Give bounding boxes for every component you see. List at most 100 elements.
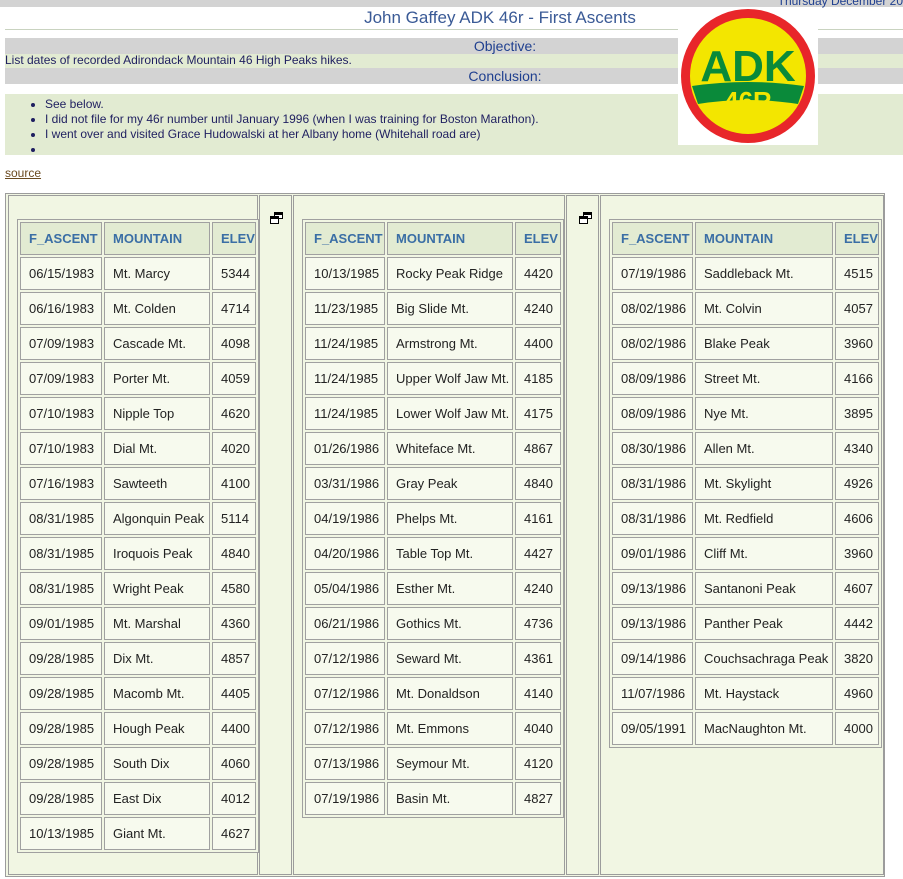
source-link[interactable]: source — [5, 166, 41, 180]
column-header-mountain: MOUNTAIN — [387, 222, 513, 255]
mountain-cell: Allen Mt. — [695, 432, 833, 465]
mountain-cell: MacNaughton Mt. — [695, 712, 833, 745]
ascent-date-cell: 11/24/1985 — [305, 397, 385, 430]
ascent-date-cell: 07/09/1983 — [20, 327, 102, 360]
ascent-date-cell: 07/09/1983 — [20, 362, 102, 395]
ascent-date-cell: 09/28/1985 — [20, 642, 102, 675]
elevation-cell: 5344 — [212, 257, 256, 290]
mountain-cell: Porter Mt. — [104, 362, 210, 395]
table-row: 10/13/1985 Rocky Peak Ridge 4420 — [305, 257, 561, 290]
logo-text-46r: 46R — [724, 86, 772, 116]
mountain-cell: Cliff Mt. — [695, 537, 833, 570]
mountain-cell: Macomb Mt. — [104, 677, 210, 710]
table-row: 08/31/1986 Mt. Redfield 4606 — [612, 502, 879, 535]
table-row: 09/28/1985 Macomb Mt. 4405 — [20, 677, 256, 710]
mountain-cell: Dix Mt. — [104, 642, 210, 675]
ascent-date-cell: 03/31/1986 — [305, 467, 385, 500]
table-row: 07/10/1983 Dial Mt. 4020 — [20, 432, 256, 465]
ascent-date-cell: 09/28/1985 — [20, 677, 102, 710]
ascent-date-cell: 09/14/1986 — [612, 642, 693, 675]
mountain-cell: Blake Peak — [695, 327, 833, 360]
ascent-date-cell: 10/13/1985 — [305, 257, 385, 290]
elevation-cell: 4840 — [515, 467, 561, 500]
table-row: 08/09/1986 Street Mt. 4166 — [612, 362, 879, 395]
mountain-cell: South Dix — [104, 747, 210, 780]
table-row: 08/09/1986 Nye Mt. 3895 — [612, 397, 879, 430]
table-row: 09/05/1991 MacNaughton Mt. 4000 — [612, 712, 879, 745]
header-row: F_ASCENT MOUNTAIN ELEV — [305, 222, 561, 255]
elevation-cell: 4400 — [515, 327, 561, 360]
ascent-date-cell: 07/16/1983 — [20, 467, 102, 500]
table-row: 09/01/1985 Mt. Marshal 4360 — [20, 607, 256, 640]
ascents-table-1: F_ASCENT MOUNTAIN ELEV 06/15/1983 Mt. Marcy… — [17, 219, 259, 853]
mountain-cell: Mt. Colvin — [695, 292, 833, 325]
ascent-date-cell: 09/05/1991 — [612, 712, 693, 745]
top-strip — [0, 0, 903, 7]
ascent-date-cell: 08/31/1986 — [612, 502, 693, 535]
elevation-cell: 4736 — [515, 607, 561, 640]
ascent-date-cell: 05/04/1986 — [305, 572, 385, 605]
elevation-cell: 4400 — [212, 712, 256, 745]
elevation-cell: 5114 — [212, 502, 256, 535]
mountain-cell: Nye Mt. — [695, 397, 833, 430]
table-row: 07/09/1983 Cascade Mt. 4098 — [20, 327, 256, 360]
restore-window-icon[interactable] — [270, 212, 284, 224]
ascent-date-cell: 07/12/1986 — [305, 677, 385, 710]
mountain-cell: Dial Mt. — [104, 432, 210, 465]
elevation-cell: 4185 — [515, 362, 561, 395]
table-row: 08/02/1986 Blake Peak 3960 — [612, 327, 879, 360]
mountain-cell: Mt. Donaldson — [387, 677, 513, 710]
elevation-cell: 4627 — [212, 817, 256, 850]
mountain-cell: Nipple Top — [104, 397, 210, 430]
table-row: 09/01/1986 Cliff Mt. 3960 — [612, 537, 879, 570]
elevation-cell: 4840 — [212, 537, 256, 570]
ascent-date-cell: 08/09/1986 — [612, 397, 693, 430]
elevation-cell: 4140 — [515, 677, 561, 710]
column-header-mountain: MOUNTAIN — [104, 222, 210, 255]
ascent-date-cell: 09/28/1985 — [20, 782, 102, 815]
date-text: Thursday December 20 — [777, 0, 903, 8]
ascent-date-cell: 07/10/1983 — [20, 397, 102, 430]
elevation-cell: 4098 — [212, 327, 256, 360]
ascent-date-cell: 06/16/1983 — [20, 292, 102, 325]
restore-window-icon[interactable] — [579, 212, 593, 224]
table-row: 11/24/1985 Upper Wolf Jaw Mt. 4185 — [305, 362, 561, 395]
elevation-cell: 4427 — [515, 537, 561, 570]
column-header-f-ascent: F_ASCENT — [305, 222, 385, 255]
ascent-date-cell: 11/23/1985 — [305, 292, 385, 325]
mountain-cell: Big Slide Mt. — [387, 292, 513, 325]
elevation-cell: 3960 — [835, 327, 879, 360]
ascent-date-cell: 04/20/1986 — [305, 537, 385, 570]
elevation-cell: 4442 — [835, 607, 879, 640]
elevation-cell: 4960 — [835, 677, 879, 710]
mountain-cell: Sawteeth — [104, 467, 210, 500]
mountain-cell: Phelps Mt. — [387, 502, 513, 535]
elevation-cell: 4240 — [515, 572, 561, 605]
ascent-date-cell: 09/13/1986 — [612, 572, 693, 605]
ascent-date-cell: 08/02/1986 — [612, 292, 693, 325]
ascent-date-cell: 11/24/1985 — [305, 327, 385, 360]
ascent-date-cell: 08/31/1986 — [612, 467, 693, 500]
mountain-cell: Mt. Emmons — [387, 712, 513, 745]
elevation-cell: 4166 — [835, 362, 879, 395]
mountain-cell: Cascade Mt. — [104, 327, 210, 360]
table-row: 07/16/1983 Sawteeth 4100 — [20, 467, 256, 500]
ascent-date-cell: 08/09/1986 — [612, 362, 693, 395]
mountain-cell: Hough Peak — [104, 712, 210, 745]
elevation-cell: 4360 — [212, 607, 256, 640]
table-row: 07/12/1986 Seward Mt. 4361 — [305, 642, 561, 675]
elevation-cell: 4361 — [515, 642, 561, 675]
mountain-cell: Gothics Mt. — [387, 607, 513, 640]
elevation-cell: 4120 — [515, 747, 561, 780]
elevation-cell: 4827 — [515, 782, 561, 815]
mountain-cell: Wright Peak — [104, 572, 210, 605]
mountain-cell: Lower Wolf Jaw Mt. — [387, 397, 513, 430]
column-header-f-ascent: F_ASCENT — [20, 222, 102, 255]
mountain-cell: Basin Mt. — [387, 782, 513, 815]
column-header-elev: ELEV — [212, 222, 256, 255]
table-row: 07/19/1986 Basin Mt. 4827 — [305, 782, 561, 815]
ascent-date-cell: 07/12/1986 — [305, 712, 385, 745]
table-row: 08/31/1985 Algonquin Peak 5114 — [20, 502, 256, 535]
table-row: 09/28/1985 East Dix 4012 — [20, 782, 256, 815]
elevation-cell: 4867 — [515, 432, 561, 465]
